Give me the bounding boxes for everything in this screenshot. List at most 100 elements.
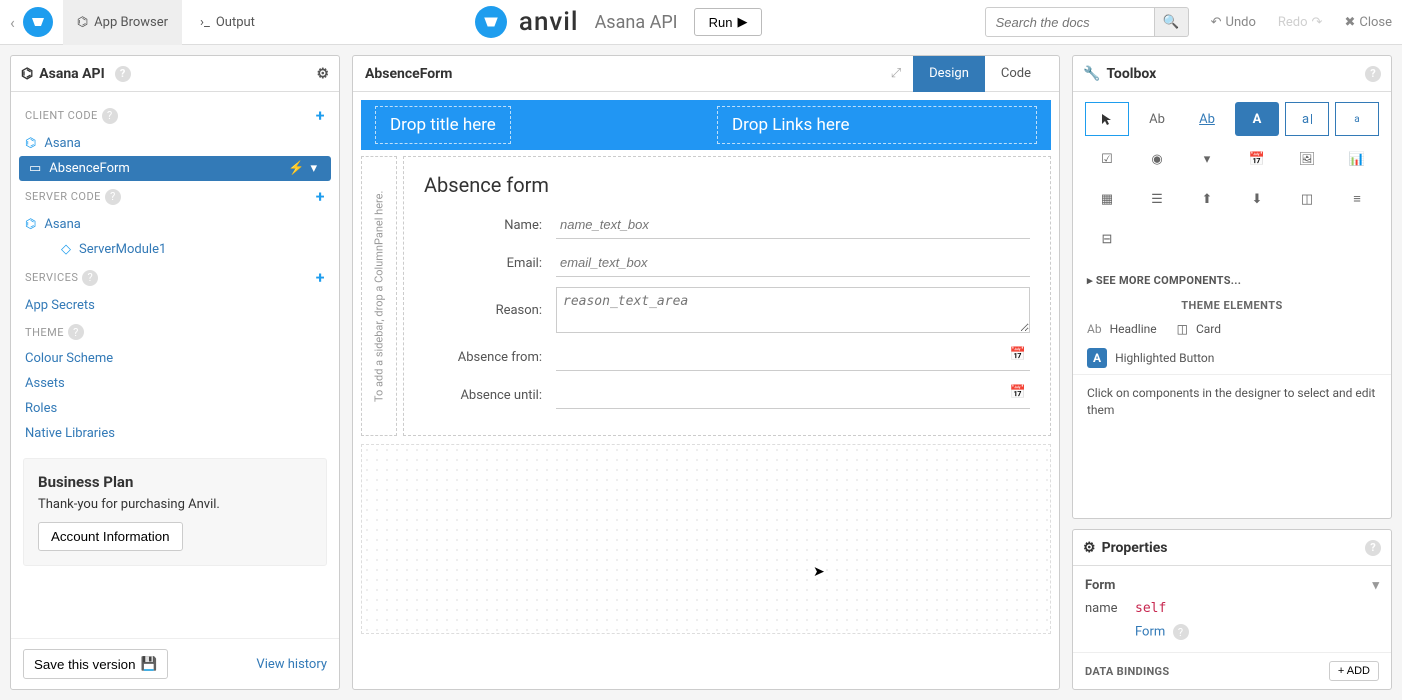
tool-textbox[interactable]: a bbox=[1285, 102, 1329, 136]
field-label-until[interactable]: Absence until: bbox=[424, 388, 542, 403]
tab-output-label: Output bbox=[216, 15, 255, 30]
tool-image[interactable]: 🖼 bbox=[1285, 142, 1329, 176]
tool-flow-panel[interactable]: ≡ bbox=[1335, 182, 1379, 216]
account-info-button[interactable]: Account Information bbox=[38, 522, 183, 551]
help-icon[interactable]: ? bbox=[102, 108, 118, 124]
cursor-bar-icon bbox=[1311, 114, 1312, 124]
anvil-logo-icon bbox=[23, 7, 53, 37]
search-button[interactable]: 🔍 bbox=[1155, 7, 1189, 37]
module-icon: ⌬ bbox=[25, 217, 36, 232]
view-history-link[interactable]: View history bbox=[256, 657, 327, 672]
tree-asana-server-label: Asana bbox=[44, 217, 81, 232]
tree-roles[interactable]: Roles bbox=[11, 396, 339, 421]
theme-card-label: Card bbox=[1196, 322, 1221, 336]
chevron-down-icon[interactable]: ▾ bbox=[1372, 578, 1379, 593]
tree-native-libs[interactable]: Native Libraries bbox=[11, 421, 339, 446]
tool-radio[interactable]: ◉ bbox=[1135, 142, 1179, 176]
tree-asana-client[interactable]: ⌬ Asana bbox=[11, 131, 339, 156]
theme-card[interactable]: ◫ Card bbox=[1177, 322, 1221, 336]
form-icon: ▭ bbox=[29, 161, 41, 176]
prop-section-form[interactable]: Form bbox=[1085, 578, 1115, 593]
field-label-name[interactable]: Name: bbox=[424, 218, 542, 233]
prop-form-link[interactable]: Form ? bbox=[1085, 624, 1189, 640]
help-icon[interactable]: ? bbox=[1365, 66, 1381, 82]
prop-name-value[interactable]: self bbox=[1135, 601, 1166, 616]
run-button[interactable]: Run ▶ bbox=[694, 8, 763, 36]
tool-download[interactable]: ⬇ bbox=[1235, 182, 1279, 216]
sidebar-drop-zone[interactable]: To add a sidebar, drop a ColumnPanel her… bbox=[361, 156, 397, 436]
save-label: Save this version bbox=[34, 657, 136, 672]
theme-headline-label: Headline bbox=[1110, 322, 1157, 336]
card-area[interactable]: Absence form Name: Email: Reason: A bbox=[403, 156, 1051, 436]
tab-output[interactable]: ›_ Output bbox=[186, 0, 269, 45]
tree-colour-scheme[interactable]: Colour Scheme bbox=[11, 346, 339, 371]
add-client-code[interactable]: + bbox=[316, 106, 325, 125]
plan-title: Business Plan bbox=[38, 473, 312, 491]
drop-links-zone[interactable]: Drop Links here bbox=[717, 106, 1037, 144]
save-version-button[interactable]: Save this version 💾 bbox=[23, 649, 168, 679]
theme-headline[interactable]: Ab Headline bbox=[1087, 322, 1157, 336]
tool-column-panel[interactable]: ◫ bbox=[1285, 182, 1329, 216]
tool-file-upload[interactable]: ⬆ bbox=[1185, 182, 1229, 216]
headline-icon: Ab bbox=[1087, 322, 1102, 336]
help-icon[interactable]: ? bbox=[1173, 624, 1189, 640]
tree-app-secrets[interactable]: App Secrets bbox=[11, 293, 339, 318]
help-icon[interactable]: ? bbox=[115, 66, 131, 82]
calendar-icon[interactable]: 📅 bbox=[1010, 385, 1026, 400]
tool-dropdown[interactable]: ▾ bbox=[1185, 142, 1229, 176]
tool-plot[interactable]: 📊 bbox=[1335, 142, 1379, 176]
theme-highlighted-button[interactable]: A Highlighted Button bbox=[1087, 348, 1214, 368]
tab-app-browser[interactable]: ⌬ App Browser bbox=[63, 0, 182, 45]
tree-assets[interactable]: Assets bbox=[11, 371, 339, 396]
help-icon[interactable]: ? bbox=[82, 270, 98, 286]
gear-icon[interactable]: ⚙ bbox=[316, 66, 329, 82]
search-input[interactable] bbox=[985, 7, 1155, 37]
form-heading[interactable]: Absence form bbox=[424, 173, 1030, 197]
brand-text: anvil bbox=[519, 7, 579, 37]
tree-server-module[interactable]: ◇ ServerModule1 bbox=[11, 237, 339, 262]
see-more-components[interactable]: ▸ SEE MORE COMPONENTS... bbox=[1073, 266, 1391, 295]
tool-data-grid[interactable]: ▦ bbox=[1085, 182, 1129, 216]
section-client-code: CLIENT CODE bbox=[25, 109, 98, 122]
undo-button[interactable]: ↶ Undo bbox=[1211, 15, 1256, 30]
absence-until-date[interactable] bbox=[556, 381, 1030, 409]
add-service[interactable]: + bbox=[316, 268, 325, 287]
tool-link[interactable]: Ab bbox=[1185, 102, 1229, 136]
help-icon[interactable]: ? bbox=[1365, 540, 1381, 556]
tab-app-browser-label: App Browser bbox=[94, 15, 168, 30]
tree-absence-form[interactable]: ▭ AbsenceForm ⚡ ▾ bbox=[19, 156, 331, 181]
tree-absence-form-label: AbsenceForm bbox=[49, 161, 130, 176]
email-text-box[interactable] bbox=[556, 249, 1030, 277]
tool-datepicker[interactable]: 📅 bbox=[1235, 142, 1279, 176]
empty-drop-area[interactable] bbox=[361, 444, 1051, 634]
bolt-icon[interactable]: ⚡ bbox=[288, 161, 304, 176]
absence-from-date[interactable] bbox=[556, 343, 1030, 371]
tool-label[interactable]: Ab bbox=[1135, 102, 1179, 136]
tool-linear-panel[interactable]: ⊟ bbox=[1085, 222, 1129, 256]
tab-design[interactable]: Design bbox=[913, 56, 985, 92]
reason-text-area[interactable] bbox=[556, 287, 1030, 333]
tree-asana-server[interactable]: ⌬ Asana bbox=[11, 212, 339, 237]
help-icon[interactable]: ? bbox=[105, 189, 121, 205]
tool-repeating-panel[interactable]: ☰ bbox=[1135, 182, 1179, 216]
prop-name-label: name bbox=[1085, 601, 1135, 616]
add-binding-button[interactable]: + ADD bbox=[1329, 661, 1379, 681]
tool-button[interactable]: A bbox=[1235, 102, 1279, 136]
chevron-down-icon[interactable]: ▾ bbox=[310, 161, 317, 176]
expand-icon[interactable]: ⤢ bbox=[891, 66, 901, 81]
drop-title-zone[interactable]: Drop title here bbox=[375, 106, 511, 144]
field-label-from[interactable]: Absence from: bbox=[424, 350, 542, 365]
back-chevron[interactable]: ‹ bbox=[10, 13, 15, 32]
tool-checkbox[interactable]: ☑ bbox=[1085, 142, 1129, 176]
calendar-icon[interactable]: 📅 bbox=[1010, 347, 1026, 362]
help-icon[interactable]: ? bbox=[68, 324, 84, 340]
add-server-code[interactable]: + bbox=[316, 187, 325, 206]
tool-pointer[interactable] bbox=[1085, 102, 1129, 136]
field-label-email[interactable]: Email: bbox=[424, 256, 542, 271]
close-button[interactable]: ✖ Close bbox=[1344, 15, 1392, 30]
field-label-reason[interactable]: Reason: bbox=[424, 303, 542, 318]
name-text-box[interactable] bbox=[556, 211, 1030, 239]
tab-code[interactable]: Code bbox=[985, 56, 1047, 92]
prop-form-link-label: Form bbox=[1135, 625, 1165, 640]
tool-textarea[interactable]: a bbox=[1335, 102, 1379, 136]
